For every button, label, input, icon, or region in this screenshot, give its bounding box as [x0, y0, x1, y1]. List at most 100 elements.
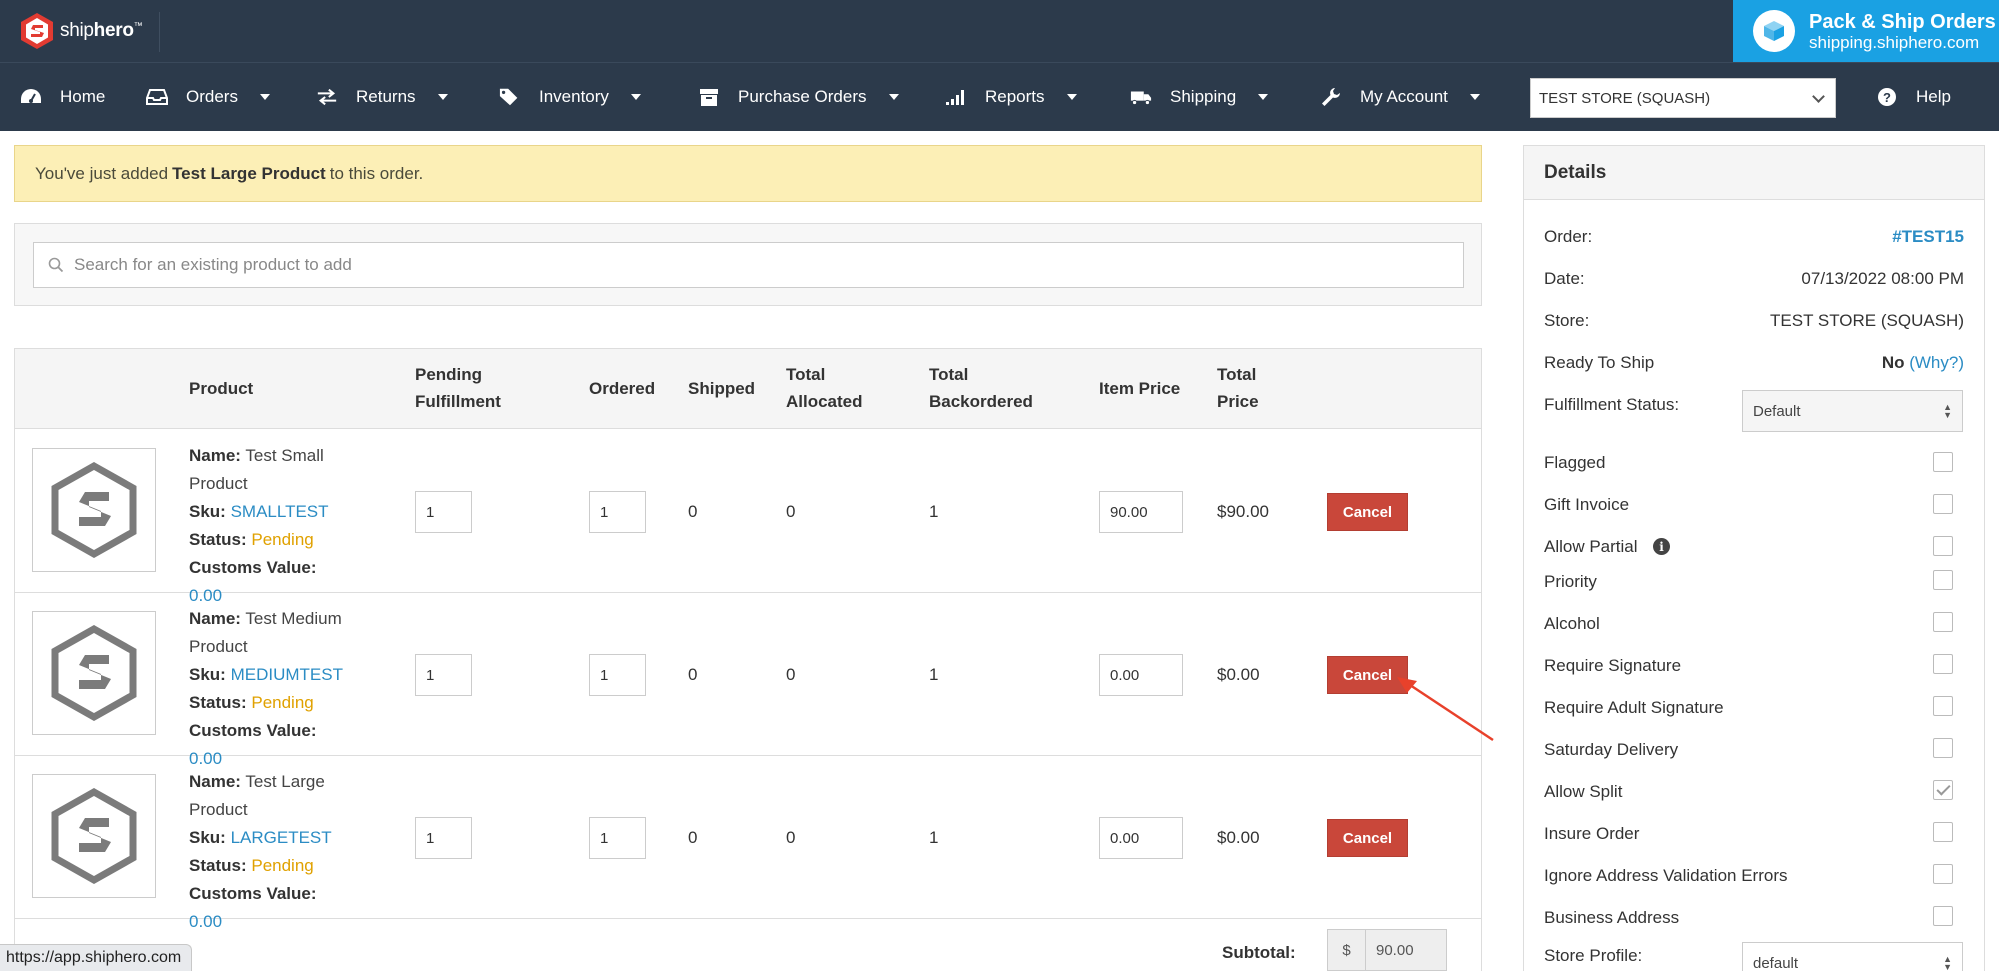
col-total-allocated: Total Allocated [786, 365, 863, 411]
alert-product-name: Test Large Product [172, 163, 326, 183]
shiphero-logo-icon [21, 13, 53, 49]
nav-reports[interactable]: Reports [945, 63, 1077, 131]
fulfillment-status-select[interactable]: Default ▲ ▼ [1742, 390, 1963, 432]
product-search-input[interactable] [74, 255, 1374, 275]
pending-fulfillment-input[interactable]: 1 [415, 654, 472, 696]
nav-my-account-label: My Account [1360, 87, 1448, 106]
select-arrows-icon: ▲ ▼ [1943, 402, 1952, 420]
chevron-down-icon [1812, 90, 1825, 103]
nav-purchase-orders-label: Purchase Orders [738, 87, 867, 106]
alcohol-checkbox[interactable] [1933, 612, 1953, 632]
col-total-backordered: Total Backordered [929, 365, 1033, 411]
product-search-box[interactable] [33, 242, 1464, 288]
backordered-value: 1 [929, 502, 939, 521]
allow-partial-checkbox[interactable] [1933, 536, 1953, 556]
nav-home-label: Home [60, 87, 106, 106]
store-profile-select[interactable]: default ▲ ▼ [1742, 942, 1963, 971]
pending-fulfillment-input[interactable]: 1 [415, 491, 472, 533]
product-search-panel [14, 223, 1482, 306]
nav-returns-label: Returns [356, 87, 416, 106]
product-sku-link[interactable]: LARGETEST [231, 828, 332, 847]
business-address-checkbox[interactable] [1933, 906, 1953, 926]
nav-reports-label: Reports [985, 87, 1045, 106]
chevron-down-icon [1469, 94, 1480, 100]
product-placeholder-icon [51, 462, 137, 558]
nav-orders-label: Orders [186, 87, 238, 106]
chevron-down-icon [888, 94, 899, 100]
item-price-input[interactable]: 0.00 [1099, 654, 1183, 696]
exchange-icon [316, 86, 338, 108]
flagged-checkbox[interactable] [1933, 452, 1953, 472]
shipped-value: 0 [688, 665, 698, 684]
nav-help[interactable]: ? Help [1876, 63, 1951, 131]
ordered-qty-input[interactable]: 1 [589, 817, 646, 859]
chevron-down-icon [1258, 94, 1269, 100]
priority-checkbox[interactable] [1933, 570, 1953, 590]
browser-status-url: https://app.shiphero.com [0, 944, 193, 971]
product-thumbnail [32, 448, 156, 572]
shiphero-logo[interactable]: shiphero™ [20, 12, 143, 50]
product-sku-link[interactable]: MEDIUMTEST [231, 665, 343, 684]
item-price-input[interactable]: 90.00 [1099, 491, 1183, 533]
subtotal-field: $ 90.00 [1327, 929, 1447, 971]
nav-inventory[interactable]: Inventory [499, 63, 641, 131]
archive-box-icon [698, 86, 720, 108]
gift-invoice-checkbox[interactable] [1933, 494, 1953, 514]
logo-text: shiphero™ [60, 20, 143, 41]
nav-my-account[interactable]: My Account [1320, 63, 1480, 131]
flag-label: Require Signature [1544, 656, 1682, 675]
ready-to-ship-label: Ready To Ship [1544, 353, 1655, 372]
total-price-value: $90.00 [1217, 502, 1269, 521]
currency-addon: $ [1328, 930, 1366, 970]
pack-ship-url: shipping.shiphero.com [1809, 32, 1980, 52]
dashboard-icon [20, 86, 42, 108]
product-status: Pending [251, 856, 314, 875]
nav-orders[interactable]: Orders [146, 63, 270, 131]
allocated-value: 0 [786, 828, 796, 847]
col-pending-fulfillment: Pending Fulfillment [415, 365, 501, 411]
total-price-value: $0.00 [1217, 665, 1260, 684]
annotation-arrow-icon [1397, 677, 1494, 742]
details-title: Details [1524, 146, 1984, 200]
product-placeholder-icon [51, 788, 137, 884]
require-signature-checkbox[interactable] [1933, 654, 1953, 674]
shipped-value: 0 [688, 828, 698, 847]
cancel-item-button[interactable]: Cancel [1327, 493, 1408, 531]
store-select[interactable]: TEST STORE (SQUASH) [1530, 78, 1836, 118]
nav-returns[interactable]: Returns [316, 63, 448, 131]
product-name-cont: Product [189, 474, 248, 493]
allocated-value: 0 [786, 665, 796, 684]
ordered-qty-input[interactable]: 1 [589, 654, 646, 696]
table-row: Name: Test Large Product Sku: LARGETEST … [15, 756, 1481, 931]
why-link[interactable]: (Why?) [1909, 353, 1964, 372]
customs-value-link[interactable]: 0.00 [189, 912, 222, 931]
table-row: Name: Test Medium Product Sku: MEDIUMTES… [15, 593, 1481, 768]
chevron-down-icon [630, 94, 641, 100]
product-info: Name: Test Medium Product Sku: MEDIUMTES… [189, 605, 354, 773]
item-price-input[interactable]: 0.00 [1099, 817, 1183, 859]
pending-fulfillment-input[interactable]: 1 [415, 817, 472, 859]
insure-order-checkbox[interactable] [1933, 822, 1953, 842]
nav-shipping[interactable]: Shipping [1130, 63, 1269, 131]
ignore-address-validation-checkbox[interactable] [1933, 864, 1953, 884]
fulfillment-status-label: Fulfillment Status: [1544, 395, 1680, 414]
nav-purchase-orders[interactable]: Purchase Orders [698, 63, 899, 131]
ordered-qty-input[interactable]: 1 [589, 491, 646, 533]
pack-ship-orders-button[interactable]: Pack & Ship Orders shipping.shiphero.com [1733, 0, 1999, 62]
require-adult-signature-checkbox[interactable] [1933, 696, 1953, 716]
chevron-down-icon [259, 94, 270, 100]
col-ordered: Ordered [589, 379, 656, 398]
product-thumbnail [32, 774, 156, 898]
col-item-price: Item Price [1099, 379, 1181, 398]
saturday-delivery-checkbox[interactable] [1933, 738, 1953, 758]
cancel-item-button[interactable]: Cancel [1327, 819, 1408, 857]
order-number-link[interactable]: #TEST15 [1892, 227, 1964, 247]
allow-split-checkbox[interactable] [1933, 780, 1953, 800]
product-sku-link[interactable]: SMALLTEST [231, 502, 329, 521]
main-nav: Home Orders Returns Inventory Purchase O… [0, 62, 1999, 131]
nav-home[interactable]: Home [20, 63, 105, 131]
info-icon[interactable]: i [1653, 538, 1670, 555]
fulfillment-status-value: Default [1753, 402, 1801, 420]
truck-icon [1130, 86, 1152, 108]
alert-suffix: to this order. [329, 163, 424, 183]
